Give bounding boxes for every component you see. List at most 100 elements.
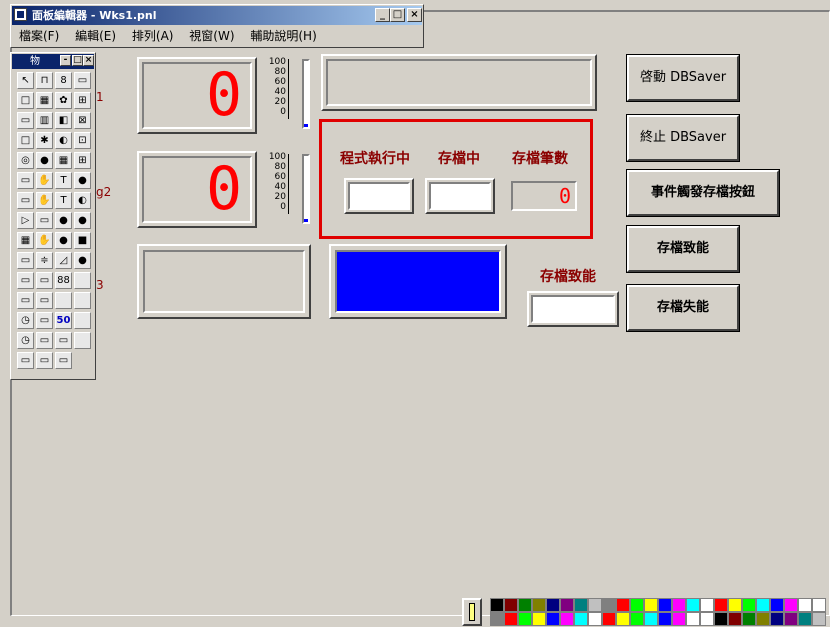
menu-help[interactable]: 輔助說明(H): [250, 29, 316, 43]
palette-color-swatch[interactable]: [616, 612, 630, 626]
palette-color-swatch[interactable]: [798, 612, 812, 626]
palette-color-swatch[interactable]: [784, 612, 798, 626]
palette-color-swatch[interactable]: [630, 598, 644, 612]
toolbox-tool-icon[interactable]: ▭: [36, 312, 53, 329]
toolbox-tool-icon[interactable]: ◷: [17, 312, 34, 329]
palette-color-swatch[interactable]: [812, 612, 826, 626]
palette-color-swatch[interactable]: [658, 612, 672, 626]
maximize-button[interactable]: □: [390, 8, 405, 22]
toolbox-tool-icon[interactable]: ◎: [17, 152, 34, 169]
palette-color-swatch[interactable]: [686, 612, 700, 626]
toolbox-tool-icon[interactable]: ✱: [36, 132, 53, 149]
toolbox-tool-icon[interactable]: T: [55, 192, 72, 209]
toolbox-tool-icon[interactable]: ⊠: [74, 112, 91, 129]
menu-edit[interactable]: 編輯(E): [75, 29, 116, 43]
toolbox-tool-icon[interactable]: ●: [36, 152, 53, 169]
palette-color-swatch[interactable]: [714, 598, 728, 612]
close-button[interactable]: ×: [407, 8, 422, 22]
toolbox-tool-icon[interactable]: [55, 292, 72, 309]
palette-color-swatch[interactable]: [770, 612, 784, 626]
palette-color-swatch[interactable]: [672, 612, 686, 626]
toolbox-tool-icon[interactable]: ◐: [74, 192, 91, 209]
palette-color-swatch[interactable]: [658, 598, 672, 612]
toolbox-tool-icon[interactable]: ✋: [36, 232, 53, 249]
palette-color-swatch[interactable]: [532, 612, 546, 626]
save-enable-button[interactable]: 存檔致能: [626, 225, 740, 273]
toolbox-tool-icon[interactable]: ✋: [36, 172, 53, 189]
palette-color-swatch[interactable]: [644, 598, 658, 612]
palette-color-swatch[interactable]: [546, 598, 560, 612]
palette-color-swatch[interactable]: [798, 598, 812, 612]
toolbox-tool-icon[interactable]: ⊡: [74, 132, 91, 149]
toolbox-tool-icon[interactable]: ▭: [74, 72, 91, 89]
palette-color-swatch[interactable]: [812, 598, 826, 612]
toolbox-tool-icon[interactable]: ▥: [36, 112, 53, 129]
palette-color-swatch[interactable]: [588, 612, 602, 626]
palette-color-swatch[interactable]: [616, 598, 630, 612]
toolbox-tool-icon[interactable]: ≑: [36, 252, 53, 269]
palette-color-swatch[interactable]: [602, 598, 616, 612]
palette-color-swatch[interactable]: [518, 612, 532, 626]
toolbox-tool-icon[interactable]: ●: [55, 232, 72, 249]
toolbox-tool-icon[interactable]: [74, 312, 91, 329]
palette-color-swatch[interactable]: [644, 612, 658, 626]
toolbox-tool-icon[interactable]: ▭: [36, 352, 53, 369]
toolbox-tool-icon[interactable]: ▦: [55, 152, 72, 169]
palette-color-swatch[interactable]: [532, 598, 546, 612]
toolbox-tool-icon[interactable]: ▷: [17, 212, 34, 229]
toolbox-tool-icon[interactable]: ●: [74, 172, 91, 189]
toolbox-tool-icon[interactable]: ▭: [36, 292, 53, 309]
menu-file[interactable]: 檔案(F): [19, 29, 59, 43]
paint-tool-icon[interactable]: [462, 598, 482, 626]
palette-color-swatch[interactable]: [672, 598, 686, 612]
toolbox-tool-icon[interactable]: [74, 332, 91, 349]
toolbox-close-button[interactable]: ×: [83, 55, 94, 66]
toolbox-tool-icon[interactable]: ■: [74, 232, 91, 249]
toolbox-tool-icon[interactable]: ▭: [36, 332, 53, 349]
toolbox-tool-icon[interactable]: 88: [55, 272, 72, 289]
palette-color-swatch[interactable]: [546, 612, 560, 626]
palette-color-swatch[interactable]: [728, 612, 742, 626]
toolbox-tool-icon[interactable]: ▭: [55, 352, 72, 369]
toolbox-tool-icon[interactable]: ↖: [17, 72, 34, 89]
toolbox-tool-icon[interactable]: T: [55, 172, 72, 189]
toolbox-tool-icon[interactable]: ◐: [55, 132, 72, 149]
toolbox-tool-icon[interactable]: [74, 292, 91, 309]
toolbox-tool-icon[interactable]: ▭: [36, 212, 53, 229]
toolbox-tool-icon[interactable]: ▭: [17, 292, 34, 309]
stop-dbsaver-button[interactable]: 終止 DBSaver: [626, 114, 740, 162]
toolbox-tool-icon[interactable]: ●: [74, 212, 91, 229]
toolbox-tool-icon[interactable]: ●: [74, 252, 91, 269]
toolbox-tool-icon[interactable]: ⊓: [36, 72, 53, 89]
palette-color-swatch[interactable]: [518, 598, 532, 612]
toolbox-tool-icon[interactable]: ▭: [17, 112, 34, 129]
toolbox-tool-icon[interactable]: ◷: [17, 332, 34, 349]
numeric-tool-icon[interactable]: 50: [55, 312, 72, 329]
toolbox-minimize-button[interactable]: -: [60, 55, 71, 66]
palette-color-swatch[interactable]: [504, 598, 518, 612]
palette-color-swatch[interactable]: [602, 612, 616, 626]
palette-color-swatch[interactable]: [574, 612, 588, 626]
toolbox-tool-icon[interactable]: ▦: [36, 92, 53, 109]
palette-color-swatch[interactable]: [700, 598, 714, 612]
toolbox-tool-icon[interactable]: ●: [55, 212, 72, 229]
palette-color-swatch[interactable]: [742, 598, 756, 612]
palette-color-swatch[interactable]: [490, 612, 504, 626]
palette-color-swatch[interactable]: [560, 598, 574, 612]
toolbox-maximize-button[interactable]: □: [72, 55, 83, 66]
palette-color-swatch[interactable]: [630, 612, 644, 626]
palette-color-swatch[interactable]: [490, 598, 504, 612]
save-disable-button[interactable]: 存檔失能: [626, 284, 740, 332]
toolbox-tool-icon[interactable]: □: [17, 132, 34, 149]
palette-color-swatch[interactable]: [504, 612, 518, 626]
toolbox-tool-icon[interactable]: □: [17, 92, 34, 109]
toolbox-tool-icon[interactable]: ▭: [17, 352, 34, 369]
toolbox-tool-icon[interactable]: ▭: [55, 332, 72, 349]
palette-color-swatch[interactable]: [560, 612, 574, 626]
toolbox-tool-icon[interactable]: ⊞: [74, 92, 91, 109]
toolbox-tool-icon[interactable]: ◿: [55, 252, 72, 269]
palette-color-swatch[interactable]: [742, 612, 756, 626]
palette-color-swatch[interactable]: [714, 612, 728, 626]
palette-color-swatch[interactable]: [756, 598, 770, 612]
palette-color-swatch[interactable]: [770, 598, 784, 612]
